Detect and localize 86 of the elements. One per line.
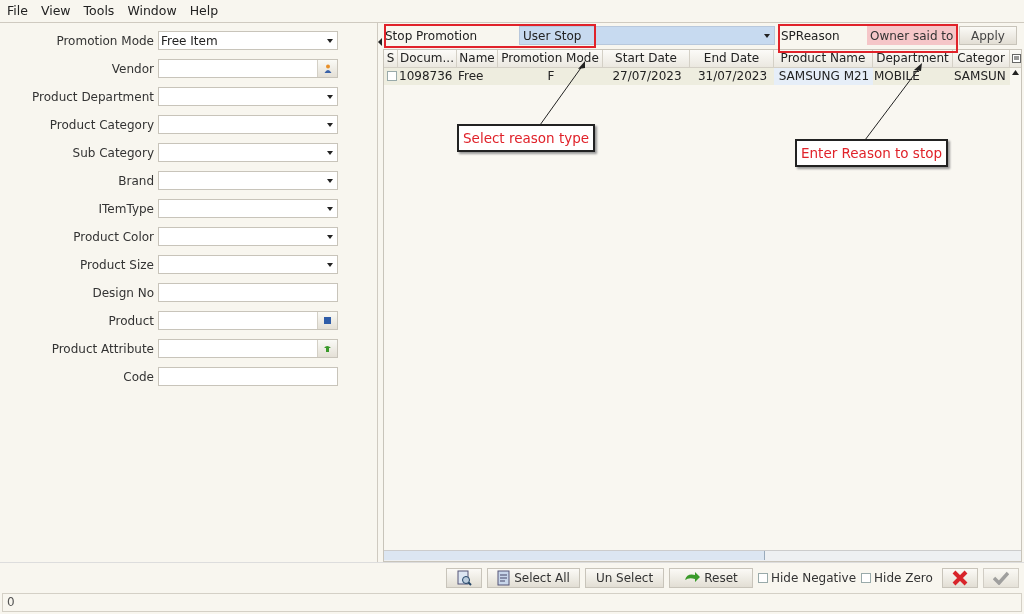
leader-line [539,60,585,126]
preview-button[interactable] [446,568,482,589]
table-cell-text: SAMSUN [953,67,1007,85]
checkmark-icon [992,571,1009,586]
lookup-field[interactable] [158,311,338,331]
column-header[interactable]: End Date [690,49,774,67]
menu-item[interactable]: Tools [83,3,115,19]
cancel-button[interactable] [941,568,978,589]
column-header[interactable]: Name [457,49,498,67]
menu-item[interactable]: Window [127,3,177,19]
dropdown-field[interactable] [158,255,338,275]
caret-icon [326,121,334,128]
table-cell-text: Free [457,67,485,85]
caret-icon [326,93,334,100]
table-cell-text: 1098736 [398,67,454,85]
field-label: Brand [117,173,155,188]
field-label: Sub Category [71,145,155,160]
field-label: Product Color [72,229,155,244]
caret-icon [326,37,334,44]
field-label: Product Attribute [50,341,155,356]
field-label: Product Size [79,257,155,272]
close-icon [951,570,968,587]
checkbox-label: Hide Zero [874,571,933,586]
row-checkbox[interactable] [387,71,397,82]
dropdown-field[interactable] [158,143,338,163]
column-header[interactable]: Product Name [774,49,873,67]
caret-icon [326,149,334,156]
square-icon [324,317,331,325]
column-header[interactable]: Categor [953,49,1010,67]
table-cell-text: 27/07/2023 [611,67,683,85]
status-bar: 0 [2,593,1022,612]
select-all-button[interactable]: Select All [487,568,580,589]
person-icon [323,64,332,74]
lookup-button[interactable] [317,340,337,358]
curved-arrow-icon [684,571,701,585]
unselect-button[interactable]: Un Select [585,568,664,589]
input-field[interactable] [158,367,338,387]
caret-icon [763,32,771,39]
lookup-field[interactable] [158,59,338,79]
reason-label: SPReason [780,28,841,43]
field-label: Promotion Mode [55,33,155,48]
apply-button[interactable]: Apply [959,26,1017,46]
dropdown-field[interactable] [158,199,338,219]
field-label: Product [107,313,155,328]
input-field[interactable] [158,283,338,303]
lookup-field[interactable] [158,339,338,359]
checkbox[interactable] [758,573,768,584]
column-header[interactable]: Start Date [603,49,690,67]
caret-icon [326,177,334,184]
horizontal-scrollbar[interactable] [384,550,1021,562]
caret-icon [326,205,334,212]
reason-input-field[interactable]: Owner said to [867,26,957,46]
dropdown-field[interactable]: Free Item [158,31,338,51]
column-chooser-icon[interactable] [1012,53,1021,63]
table-cell-text: 31/07/2023 [696,67,769,85]
callout-label: Enter Reason to stop [795,138,949,167]
dropdown-field[interactable] [158,227,338,247]
checkbox-label: Hide Negative [771,571,857,586]
field-label: Vendor [110,61,155,76]
arrow-icon [323,344,332,354]
field-label: Design No [91,285,155,300]
document-icon [497,570,511,587]
magnifier-document-icon [456,570,472,587]
lookup-button[interactable] [317,60,337,78]
column-header[interactable]: S [384,49,398,67]
menu-item[interactable]: File [7,3,28,19]
menu-item[interactable]: Help [189,3,219,19]
dropdown-field[interactable] [158,87,338,107]
field-label: Product Department [31,89,155,104]
collapse-arrow-icon[interactable] [378,37,383,46]
stop-promotion-label: Stop Promotion [384,28,479,43]
caret-icon [326,233,334,240]
column-header[interactable]: Docum... [398,49,457,67]
checkbox[interactable] [861,573,872,584]
table-cell-text: F [546,67,556,85]
lookup-button[interactable] [317,312,337,330]
callout-label: Select reason type [457,123,596,152]
reason-type-dropdown[interactable]: User Stop [519,26,775,46]
field-label: Product Category [48,117,155,132]
dropdown-field[interactable] [158,115,338,135]
caret-icon [326,261,334,268]
dropdown-field[interactable] [158,171,338,191]
reset-button[interactable]: Reset [669,568,753,589]
field-label: ITemType [97,201,155,216]
field-label: Code [122,369,155,384]
menu-item[interactable]: View [40,3,71,19]
